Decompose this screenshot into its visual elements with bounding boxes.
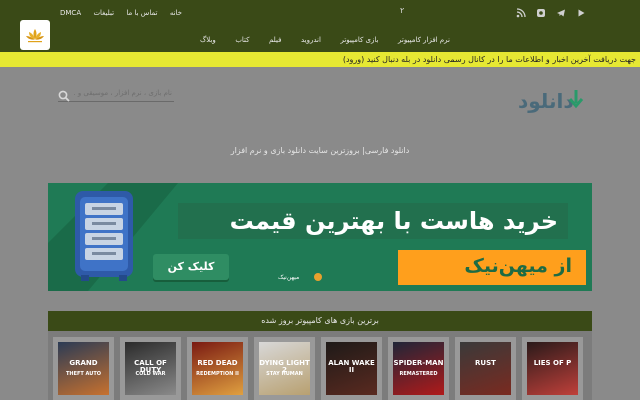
game-title-line1: GRAND (69, 359, 98, 367)
banner-brand: میهن‌نیک (278, 274, 300, 281)
nav-item-books[interactable]: کتاب (235, 36, 249, 44)
game-title-line2: REMASTERED (399, 371, 438, 377)
games-section-header: برترین بازی های کامپیوتر بروز شده (48, 311, 592, 331)
play-icon[interactable] (576, 8, 586, 18)
game-cover: GRAND THEFT AUTO (58, 342, 109, 395)
game-card[interactable]: DYING LIGHT 2 STAY HUMAN (254, 337, 315, 400)
game-title-line1: ALAN WAKE II (328, 359, 375, 374)
games-section-title: برترین بازی های کامپیوتر بروز شده (261, 316, 379, 325)
top-menu-contact[interactable]: تماس با ما (126, 9, 157, 17)
top-menu-home[interactable]: خانه (170, 9, 182, 17)
top-menu-dmca[interactable]: DMCA (60, 9, 81, 17)
instagram-icon[interactable] (536, 8, 546, 18)
search-icon[interactable] (58, 87, 70, 106)
site-logo[interactable] (20, 20, 50, 50)
nav-item-games[interactable]: بازی کامپیوتر (340, 36, 378, 44)
social-links (516, 8, 586, 18)
nav-item-movies[interactable]: فیلم (269, 36, 281, 44)
game-title-line2: STAY HUMAN (266, 371, 303, 377)
brand-name: دانلود (518, 89, 574, 113)
game-cover: ALAN WAKE II (326, 342, 377, 395)
telegram-icon[interactable] (556, 8, 566, 18)
search-bar (58, 84, 174, 102)
game-title-line1: RUST (475, 359, 496, 367)
top-bar: ٢ خانه تماس با ما تبلیغات DMCA (0, 0, 640, 28)
game-cover: CALL OF DUTY COLD WAR (125, 342, 176, 395)
announcement-ticker[interactable]: جهت دریافت آخرین اخبار و اطلاعات ما را د… (0, 52, 640, 67)
top-bar-glyph: ٢ (400, 6, 405, 15)
game-title-line2: REDEMPTION II (196, 371, 239, 377)
game-card[interactable]: LIES OF P (522, 337, 583, 400)
banner-headline: خرید هاست با بهترین قیمت (178, 203, 568, 239)
brand-logo[interactable]: دانلود (518, 86, 586, 120)
banner-subline-text: از میهن‌نیک (464, 255, 572, 277)
rss-icon[interactable] (516, 8, 526, 18)
game-cover: RUST (460, 342, 511, 395)
site-tagline: دانلود فارسی| بروزترین سایت دانلود بازی … (230, 146, 410, 155)
game-cover: DYING LIGHT 2 STAY HUMAN (259, 342, 310, 395)
banner-click-button[interactable]: کلیک کن (153, 254, 229, 280)
game-title-line1: RED DEAD (197, 359, 238, 367)
game-card[interactable]: CALL OF DUTY COLD WAR (120, 337, 181, 400)
ticker-text: جهت دریافت آخرین اخبار و اطلاعات ما را د… (342, 55, 636, 64)
download-arrow-icon: دانلود (518, 89, 584, 113)
nav-item-android[interactable]: اندروید (301, 36, 321, 44)
banner-brand-icon (314, 273, 322, 281)
banner-subline: از میهن‌نیک (398, 250, 586, 285)
game-title-line2: COLD WAR (135, 371, 166, 377)
main-nav: نرم افزار کامپیوتر بازی کامپیوتر اندروید… (0, 28, 640, 52)
game-title-line1: SPIDER-MAN (393, 359, 444, 367)
game-card[interactable]: GRAND THEFT AUTO (53, 337, 114, 400)
game-cover: LIES OF P (527, 342, 578, 395)
game-cover: SPIDER-MAN REMASTERED (393, 342, 444, 395)
nav-menu: نرم افزار کامپیوتر بازی کامپیوتر اندروید… (200, 36, 450, 44)
game-card[interactable]: RED DEAD REDEMPTION II (187, 337, 248, 400)
game-title-line2: THEFT AUTO (65, 371, 101, 377)
hosting-ad-banner[interactable]: خرید هاست با بهترین قیمت از میهن‌نیک کلی… (48, 183, 592, 291)
banner-cta-label: کلیک کن (167, 260, 215, 273)
game-title-line1: LIES OF P (533, 359, 572, 367)
banner-headline-text: خرید هاست با بهترین قیمت (229, 207, 558, 235)
game-cover: RED DEAD REDEMPTION II (192, 342, 243, 395)
game-card[interactable]: SPIDER-MAN REMASTERED (388, 337, 449, 400)
top-menu: خانه تماس با ما تبلیغات DMCA (60, 9, 182, 17)
lotus-logo-icon (26, 29, 44, 43)
top-menu-ads[interactable]: تبلیغات (93, 9, 114, 17)
game-card[interactable]: RUST (455, 337, 516, 400)
nav-item-blog[interactable]: وبلاگ (200, 36, 216, 44)
nav-item-software[interactable]: نرم افزار کامپیوتر (398, 36, 450, 44)
search-input[interactable] (74, 86, 172, 100)
game-card[interactable]: ALAN WAKE II (321, 337, 382, 400)
